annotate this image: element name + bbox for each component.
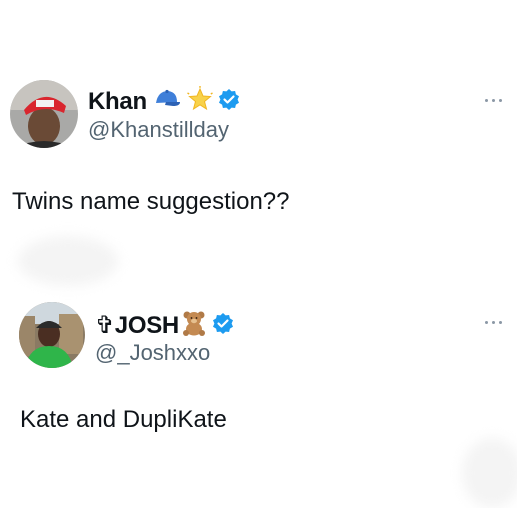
author-line: Khan bbox=[88, 86, 240, 117]
verified-badge-icon[interactable] bbox=[212, 312, 234, 339]
verified-badge-icon[interactable] bbox=[218, 88, 240, 115]
background-smudge bbox=[462, 438, 517, 508]
more-options-icon[interactable] bbox=[485, 320, 503, 326]
author-line: ✞JOSH bbox=[95, 310, 234, 341]
more-options-icon[interactable] bbox=[485, 98, 503, 104]
avatar[interactable] bbox=[10, 80, 78, 148]
post-text: Kate and DupliKate bbox=[20, 406, 227, 433]
display-name[interactable]: Khan bbox=[88, 88, 147, 116]
glowing-star-icon bbox=[186, 86, 213, 117]
post-text: Twins name suggestion?? bbox=[12, 188, 290, 215]
teddy-bear-icon bbox=[181, 310, 207, 341]
user-handle[interactable]: @_Joshxxo bbox=[95, 340, 210, 366]
display-name[interactable]: ✞JOSH bbox=[95, 311, 179, 340]
avatar[interactable] bbox=[19, 302, 85, 368]
user-handle[interactable]: @Khanstillday bbox=[88, 117, 229, 143]
background-smudge bbox=[18, 236, 118, 286]
blue-cap-icon bbox=[153, 88, 181, 115]
